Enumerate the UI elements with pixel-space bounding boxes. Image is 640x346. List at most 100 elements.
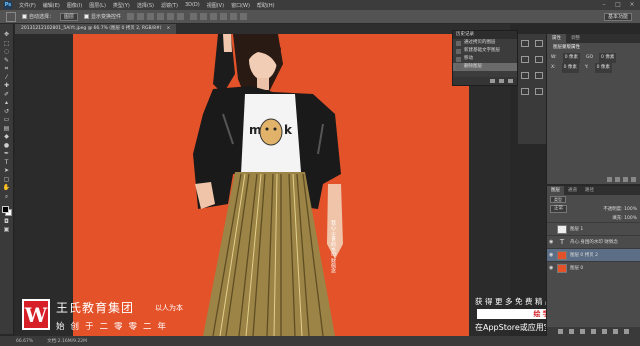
align-center-icon[interactable] bbox=[167, 13, 175, 20]
history-item[interactable]: 移动 bbox=[453, 55, 517, 63]
pen-tool-icon[interactable]: ✒ bbox=[3, 151, 11, 157]
maximize-icon[interactable]: □ bbox=[614, 1, 622, 8]
menu-layer[interactable]: 图层(L) bbox=[89, 2, 106, 9]
marquee-tool-icon[interactable]: ⬚ bbox=[3, 40, 11, 47]
opacity-field[interactable]: 不透明度: 100% bbox=[603, 206, 637, 212]
tab-adjustments[interactable]: 调整 bbox=[566, 34, 585, 43]
menu-help[interactable]: 帮助(H) bbox=[257, 2, 275, 9]
path-select-tool-icon[interactable]: ➤ bbox=[3, 168, 11, 174]
new-group-icon[interactable] bbox=[602, 329, 607, 334]
blur-tool-icon[interactable]: ◆ bbox=[3, 134, 11, 140]
color-swatches[interactable] bbox=[1, 206, 12, 216]
tab-properties[interactable]: 属性 bbox=[547, 34, 566, 43]
dodge-tool-icon[interactable]: ● bbox=[3, 142, 11, 149]
menu-file[interactable]: 文件(F) bbox=[19, 2, 36, 9]
minimize-icon[interactable]: – bbox=[600, 1, 608, 8]
healing-tool-icon[interactable]: ✚ bbox=[3, 83, 11, 89]
canvas-area[interactable]: m k 我心·尘世的水印 财佩念 bbox=[15, 34, 510, 336]
distribute-left-icon[interactable] bbox=[220, 13, 228, 20]
eyedropper-tool-icon[interactable]: ⁄ bbox=[3, 74, 11, 81]
align-top-icon[interactable] bbox=[127, 13, 135, 20]
document-tab[interactable]: 20131212102801_5AiYt.jpeg @ 66.7% (图层 0 … bbox=[15, 24, 177, 34]
menu-window[interactable]: 窗口(W) bbox=[231, 2, 250, 9]
swatches-panel-icon[interactable] bbox=[535, 56, 543, 63]
zoom-tool-icon[interactable]: ⌕ bbox=[3, 193, 11, 200]
clip-icon[interactable] bbox=[607, 177, 612, 182]
close-tab-icon[interactable]: × bbox=[167, 24, 171, 34]
align-right-icon[interactable] bbox=[177, 13, 185, 20]
close-icon[interactable]: × bbox=[628, 1, 636, 8]
layer-row[interactable]: ◉ T 舟心.身困的水印 财佩念 bbox=[547, 235, 640, 248]
menu-view[interactable]: 视图(V) bbox=[207, 2, 224, 9]
menu-edit[interactable]: 编辑(E) bbox=[43, 2, 60, 9]
layer-row[interactable]: ◉ 图层 0 bbox=[547, 261, 640, 274]
gradient-tool-icon[interactable]: ▤ bbox=[3, 125, 11, 132]
history-item[interactable]: 新建基础文字图层 bbox=[453, 47, 517, 55]
actions-panel-icon[interactable] bbox=[521, 56, 529, 63]
align-bottom-icon[interactable] bbox=[147, 13, 155, 20]
stamp-tool-icon[interactable]: ▴ bbox=[3, 100, 11, 106]
link-layers-icon[interactable] bbox=[558, 329, 563, 334]
move-tool-icon[interactable]: ✥ bbox=[3, 32, 11, 38]
lasso-tool-icon[interactable]: ◌ bbox=[3, 49, 11, 55]
brush-tool-icon[interactable]: ✐ bbox=[3, 91, 11, 98]
brush-panel-icon[interactable] bbox=[535, 88, 543, 95]
history-brush-tool-icon[interactable]: ↺ bbox=[3, 108, 11, 115]
align-left-icon[interactable] bbox=[157, 13, 165, 20]
crop-tool-icon[interactable]: ⌗ bbox=[3, 66, 11, 72]
distribute-bottom-icon[interactable] bbox=[210, 13, 218, 20]
distribute-center-icon[interactable] bbox=[230, 13, 238, 20]
distribute-middle-icon[interactable] bbox=[200, 13, 208, 20]
menu-select[interactable]: 选择(S) bbox=[137, 2, 154, 9]
layer-row-active[interactable]: ◉ 图层 0 拷贝 2 bbox=[547, 248, 640, 261]
history-item-active[interactable]: 删除图层 bbox=[453, 63, 517, 71]
show-transform-checkbox[interactable]: 显示变换控件 bbox=[84, 13, 121, 20]
auto-select-checkbox[interactable]: 自动选择： bbox=[22, 13, 54, 20]
tab-paths[interactable]: 路径 bbox=[581, 186, 598, 195]
history-item[interactable]: 通过拷贝的图层 bbox=[453, 39, 517, 47]
history-panel-icon[interactable] bbox=[521, 40, 529, 47]
quick-mask-icon[interactable]: ◘ bbox=[3, 218, 11, 225]
auto-select-dropdown[interactable]: 图层 bbox=[60, 12, 79, 21]
fill-field[interactable]: 填充: 100% bbox=[612, 215, 637, 221]
menu-filter[interactable]: 滤镜(T) bbox=[161, 2, 178, 9]
layer-filter-dropdown[interactable]: 类型 bbox=[550, 196, 566, 203]
add-mask-icon[interactable] bbox=[580, 329, 585, 334]
eraser-tool-icon[interactable]: ▭ bbox=[3, 117, 11, 123]
move-tool-icon[interactable] bbox=[6, 11, 16, 22]
reset-icon[interactable] bbox=[623, 177, 628, 182]
new-layer-icon[interactable] bbox=[613, 329, 618, 334]
menu-image[interactable]: 图像(I) bbox=[67, 2, 82, 9]
tab-channels[interactable]: 通道 bbox=[564, 186, 581, 195]
menu-type[interactable]: 类型(Y) bbox=[113, 2, 130, 9]
new-document-from-state-icon[interactable] bbox=[490, 79, 495, 83]
tab-layers[interactable]: 图层 bbox=[547, 186, 564, 195]
delete-state-icon[interactable] bbox=[508, 79, 513, 83]
adjustment-layer-icon[interactable] bbox=[591, 329, 596, 334]
visibility-icon[interactable] bbox=[615, 177, 620, 182]
new-snapshot-icon[interactable] bbox=[499, 79, 504, 83]
layer-row[interactable]: 图层 1 bbox=[547, 222, 640, 235]
zoom-level[interactable]: 66.67% bbox=[16, 339, 33, 344]
layer-style-icon[interactable] bbox=[569, 329, 574, 334]
foreground-color[interactable] bbox=[1, 206, 9, 213]
type-tool-icon[interactable]: T bbox=[3, 159, 11, 166]
distribute-top-icon[interactable] bbox=[190, 13, 198, 20]
quick-select-tool-icon[interactable]: ✎ bbox=[3, 57, 11, 64]
screen-mode-icon[interactable]: ▣ bbox=[3, 227, 11, 233]
distribute-right-icon[interactable] bbox=[240, 13, 248, 20]
hand-tool-icon[interactable]: ✋ bbox=[3, 185, 11, 191]
align-middle-icon[interactable] bbox=[137, 13, 145, 20]
eye-icon[interactable]: ◉ bbox=[549, 252, 554, 258]
styles-panel-icon[interactable] bbox=[535, 72, 543, 79]
shape-tool-icon[interactable]: ▢ bbox=[3, 176, 11, 183]
blend-mode-dropdown[interactable]: 正常 bbox=[550, 204, 567, 213]
delete-layer-icon[interactable] bbox=[624, 329, 629, 334]
color-panel-icon[interactable] bbox=[535, 40, 543, 47]
character-panel-icon[interactable] bbox=[521, 72, 529, 79]
trash-icon[interactable] bbox=[631, 177, 636, 182]
eye-icon[interactable]: ◉ bbox=[549, 265, 554, 271]
paragraph-panel-icon[interactable] bbox=[521, 88, 529, 95]
menu-3d[interactable]: 3D(D) bbox=[185, 2, 200, 8]
eye-icon[interactable]: ◉ bbox=[549, 239, 554, 245]
